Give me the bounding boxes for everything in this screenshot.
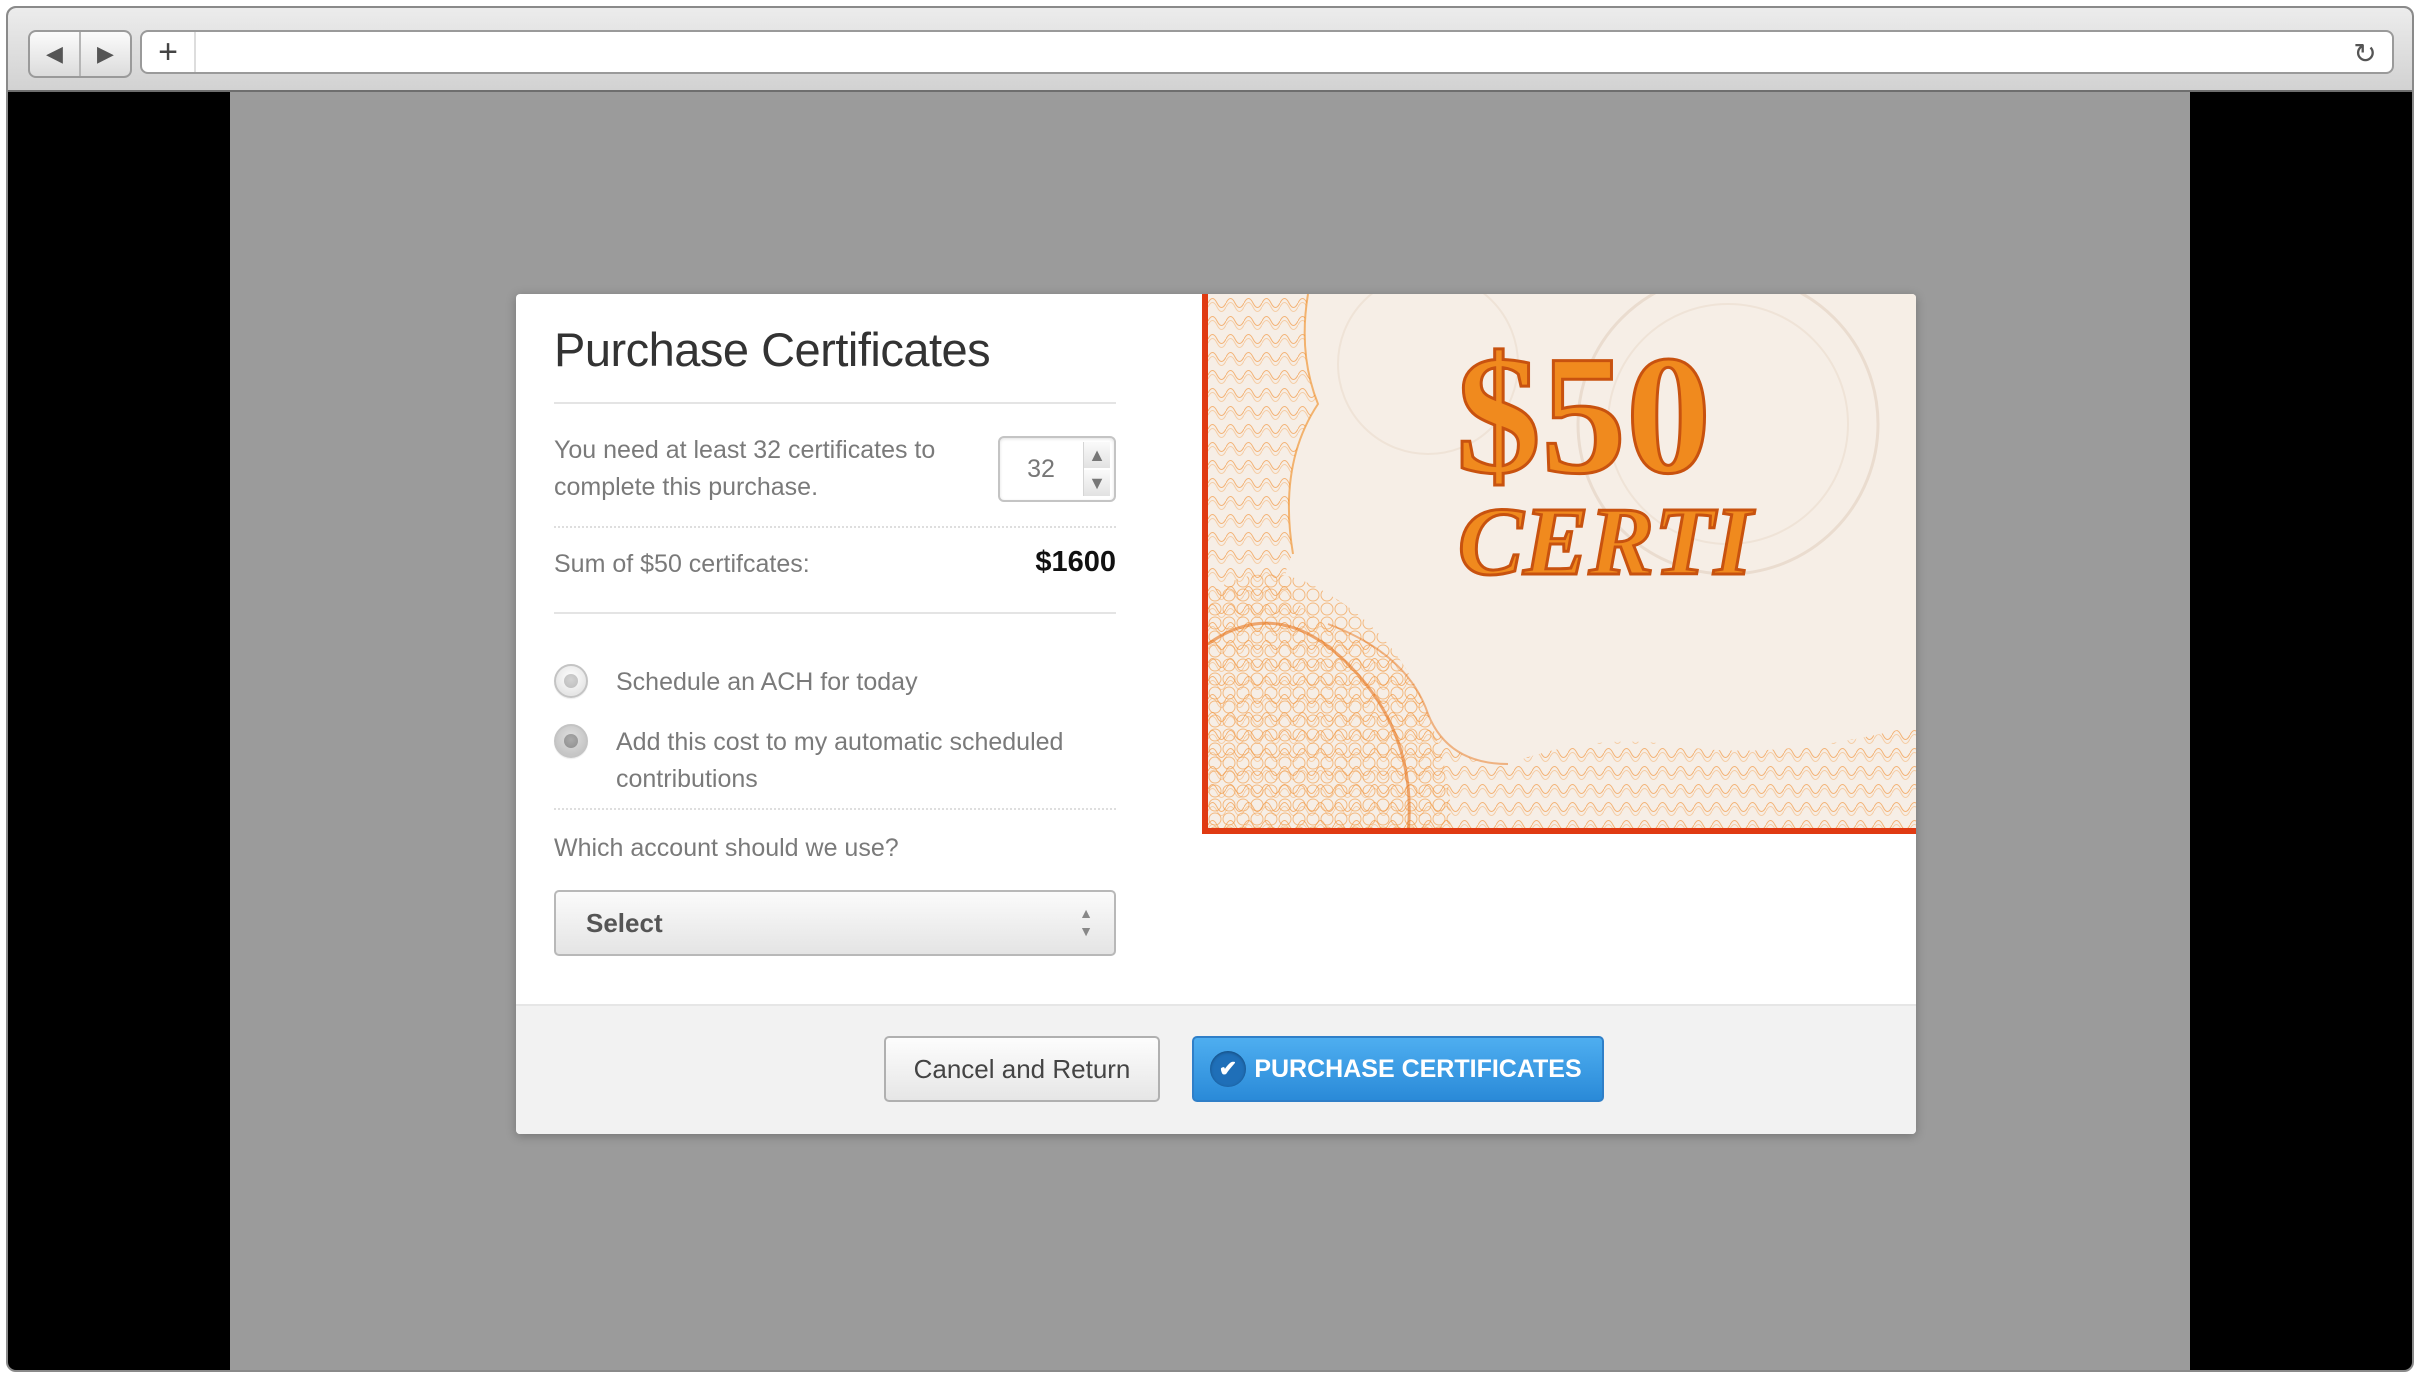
certificate-artwork: $50 CERTI [1208,294,1916,828]
certificate-word: CERTI [1458,488,1755,596]
account-question: Which account should we use? [554,834,899,862]
back-button[interactable]: ◀ [30,32,79,76]
radio-ach-today[interactable] [554,664,588,698]
purchase-button-label: PURCHASE CERTIFICATES [1254,1054,1582,1083]
certificate-requirement-text: You need at least 32 certificates to com… [554,436,936,501]
quantity-value[interactable]: 32 [1000,438,1082,500]
cancel-button[interactable]: Cancel and Return [884,1036,1160,1102]
chevron-down-icon: ▼ [1088,472,1106,493]
sum-label: Sum of $50 certifcates: [554,550,810,578]
purchase-modal: Purchase Certificates You need at least … [516,294,1916,1134]
divider [554,526,1116,528]
cancel-button-label: Cancel and Return [913,1053,1131,1084]
option-label[interactable]: Add this cost to my automatic scheduled … [616,724,1116,798]
account-select-value: Select [586,907,663,938]
increment-button[interactable]: ▲ [1084,442,1110,468]
forward-button[interactable]: ▶ [79,32,130,76]
certificate-amount: $50 [1456,321,1711,509]
option-label[interactable]: Schedule an ACH for today [616,664,1116,701]
checkmark-icon: ✔ [1210,1051,1246,1087]
browser-window: ◀ ▶ + ↻ Purchase Certificates You need a… [6,6,2414,1372]
radio-dot [564,674,578,688]
sum-value: $1600 [1035,546,1116,578]
new-tab-button[interactable]: + [142,32,196,72]
browser-toolbar: ◀ ▶ + ↻ [8,8,2412,92]
purchase-button[interactable]: ✔ PURCHASE CERTIFICATES [1192,1036,1604,1102]
forward-icon: ▶ [97,41,114,66]
stepper-arrows: ▲ ▼ [1083,442,1110,496]
modal-footer: Cancel and Return ✔ PURCHASE CERTIFICATE… [516,1004,1916,1134]
decrement-button[interactable]: ▼ [1084,470,1110,496]
plus-icon: + [158,32,178,71]
reload-button[interactable]: ↻ [2348,36,2382,70]
back-icon: ◀ [46,41,63,66]
radio-scheduled-contributions[interactable] [554,724,588,758]
account-select[interactable]: Select ▲ ▼ [554,890,1116,956]
divider [554,612,1116,614]
radio-dot [564,734,578,748]
reload-icon: ↻ [2353,37,2377,69]
divider [554,808,1116,810]
select-arrows-icon: ▲ ▼ [1079,905,1093,939]
divider [554,402,1116,404]
chevron-up-icon: ▲ [1088,444,1106,465]
page-overlay: Purchase Certificates You need at least … [230,92,2190,1370]
modal-title: Purchase Certificates [554,323,991,376]
certificate-image: $50 CERTI [1202,294,1916,834]
nav-buttons: ◀ ▶ [28,30,132,78]
address-bar[interactable]: + ↻ [140,30,2394,74]
quantity-stepper[interactable]: 32 ▲ ▼ [998,436,1116,502]
